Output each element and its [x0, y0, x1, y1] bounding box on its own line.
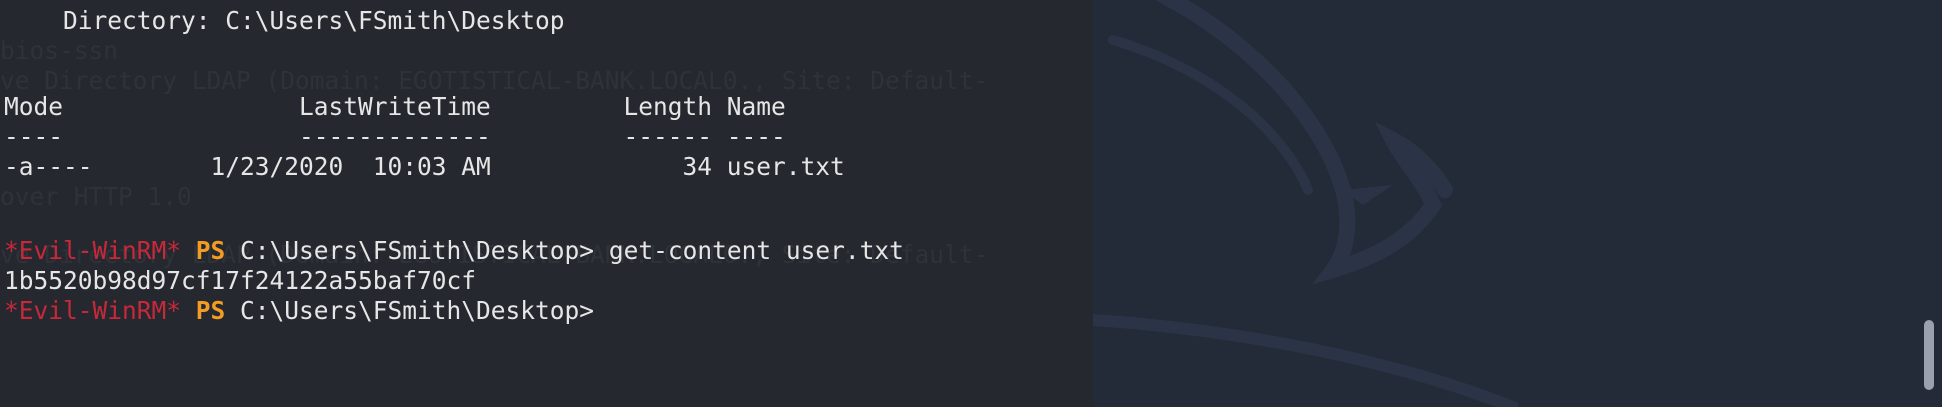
- command-line[interactable]: *Evil-WinRM* PS C:\Users\FSmith\Desktop>: [4, 296, 594, 326]
- terminal-window[interactable]: bios-ssn ve Directory LDAP (Domain: EGOT…: [0, 0, 1942, 407]
- table-header: Mode LastWriteTime Length Name: [4, 92, 786, 121]
- prompt-tag: *Evil-WinRM*: [4, 296, 182, 325]
- ps-label: PS: [195, 296, 226, 325]
- command-text: get-content user.txt: [594, 236, 904, 265]
- prompt-tag: *Evil-WinRM*: [4, 236, 182, 265]
- command-line: *Evil-WinRM* PS C:\Users\FSmith\Desktop>…: [4, 236, 904, 266]
- table-row: -a---- 1/23/2020 10:03 AM 34 user.txt: [4, 152, 845, 181]
- ps-label: PS: [195, 236, 226, 265]
- directory-line: Directory: C:\Users\FSmith\Desktop: [4, 6, 565, 35]
- table-separator: ---- ------------- ------ ----: [4, 122, 786, 151]
- prompt-path: C:\Users\FSmith\Desktop>: [225, 236, 595, 265]
- scrollbar-thumb[interactable]: [1924, 320, 1934, 390]
- kali-dragon-icon: [1093, 0, 1519, 407]
- terminal-output[interactable]: Directory: C:\Users\FSmith\Desktop Mode …: [0, 0, 1093, 407]
- prompt-path: C:\Users\FSmith\Desktop>: [225, 296, 595, 325]
- command-output: 1b5520b98d97cf17f24122a55baf70cf: [4, 266, 477, 295]
